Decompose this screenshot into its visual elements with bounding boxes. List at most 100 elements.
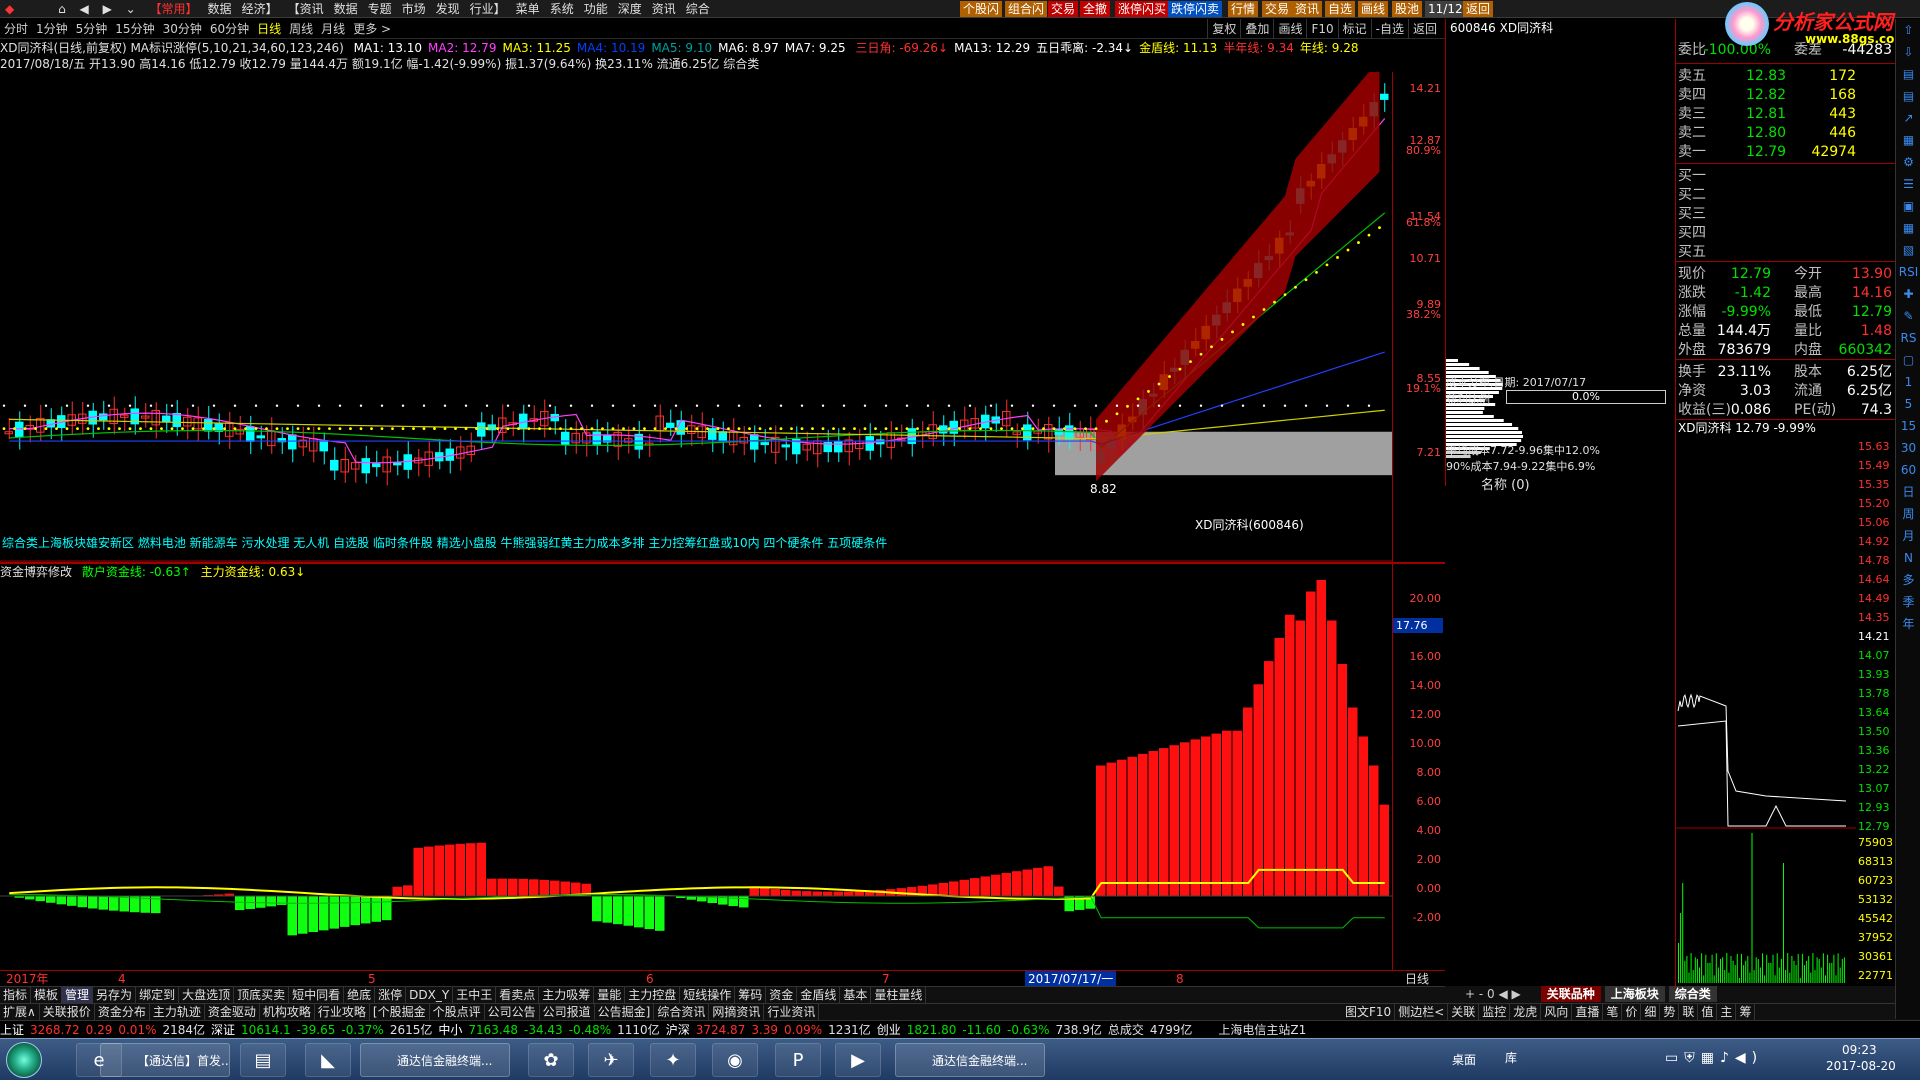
side-tool-icon[interactable]: 15 bbox=[1896, 415, 1920, 437]
extension-tab[interactable]: 综合资讯 bbox=[654, 1004, 710, 1020]
indicator-tab[interactable]: 短中同看 bbox=[289, 987, 345, 1003]
quick-button[interactable]: 交易 bbox=[1262, 1, 1293, 17]
menu-item[interactable]: 数据 bbox=[203, 0, 237, 18]
taskbar-item-1[interactable]: 【通达信】首发... bbox=[100, 1043, 230, 1077]
indicator-tab[interactable]: DDX_Y bbox=[406, 987, 454, 1003]
side-tool-icon[interactable]: ☰ bbox=[1896, 173, 1920, 195]
extension-tab[interactable]: 个股点评 bbox=[430, 1004, 485, 1020]
side-tool-icon[interactable]: RSI bbox=[1896, 261, 1920, 283]
side-tab[interactable]: 联 bbox=[1679, 1004, 1699, 1020]
side-tab[interactable]: 细 bbox=[1641, 1004, 1661, 1020]
side-tool-icon[interactable]: N bbox=[1896, 547, 1920, 569]
indicator-tab[interactable]: 主力吸筹 bbox=[539, 987, 595, 1003]
dropdown-icon[interactable]: ⌄ bbox=[121, 0, 141, 18]
quick-button[interactable]: 自选 bbox=[1325, 1, 1356, 17]
side-tool-icon[interactable]: RS bbox=[1896, 327, 1920, 349]
period-tab[interactable]: 日线 bbox=[253, 19, 285, 39]
taskbar-item-3[interactable]: 通达信金融终端... bbox=[895, 1043, 1045, 1077]
chart-tool-button[interactable]: F10 bbox=[1306, 19, 1337, 39]
app-icon[interactable]: ◆ bbox=[0, 0, 19, 18]
side-tool-icon[interactable]: ▢ bbox=[1896, 349, 1920, 371]
side-tab[interactable]: 价 bbox=[1622, 1004, 1642, 1020]
index-name[interactable]: 上证 bbox=[0, 1021, 24, 1039]
menu-item[interactable]: 菜单 bbox=[511, 0, 545, 18]
index-name[interactable]: 深证 bbox=[211, 1021, 235, 1039]
indicator-tab[interactable]: 涨停 bbox=[375, 987, 407, 1003]
side-tool-icon[interactable]: ✚ bbox=[1896, 283, 1920, 305]
side-tool-icon[interactable]: ▤ bbox=[1896, 63, 1920, 85]
side-tool-icon[interactable]: ▦ bbox=[1896, 217, 1920, 239]
indicator-tab[interactable]: 顶底买卖 bbox=[234, 987, 290, 1003]
extension-tab[interactable]: 主力轨迹 bbox=[150, 1004, 205, 1020]
side-tool-icon[interactable]: 月 bbox=[1896, 525, 1920, 547]
extension-tab[interactable]: 网摘资讯 bbox=[709, 1004, 765, 1020]
quick-button[interactable]: 交易 bbox=[1048, 1, 1079, 17]
start-button[interactable] bbox=[6, 1042, 42, 1078]
menu-item[interactable]: 专题 bbox=[363, 0, 397, 18]
side-tab[interactable]: 主 bbox=[1717, 1004, 1737, 1020]
extension-tab[interactable]: 公告掘金] bbox=[595, 1004, 655, 1020]
clock-time[interactable]: 09:23 bbox=[1842, 1043, 1877, 1057]
side-tool-icon[interactable]: ▧ bbox=[1896, 239, 1920, 261]
indicator-tab[interactable]: 管理 bbox=[62, 987, 94, 1003]
side-tool-icon[interactable]: 60 bbox=[1896, 459, 1920, 481]
order-price[interactable]: 12.82 bbox=[1746, 86, 1786, 105]
indicator-tab[interactable]: 量能 bbox=[594, 987, 626, 1003]
side-tool-icon[interactable]: ⇩ bbox=[1896, 41, 1920, 63]
clock-date[interactable]: 2017-08-20 bbox=[1826, 1059, 1896, 1073]
side-tab[interactable]: 筹 bbox=[1736, 1004, 1756, 1020]
side-tool-icon[interactable]: ▤ bbox=[1896, 85, 1920, 107]
quick-button[interactable]: 资讯 bbox=[1292, 1, 1323, 17]
quick-button[interactable]: 个股闪 bbox=[960, 1, 1003, 17]
side-tool-icon[interactable]: 1 bbox=[1896, 371, 1920, 393]
period-tab[interactable]: 周线 bbox=[285, 19, 317, 39]
side-tab[interactable]: 图文F10 bbox=[1342, 1004, 1396, 1020]
chrome-icon[interactable]: ◉ bbox=[712, 1043, 758, 1077]
extension-tab[interactable]: 资金分布 bbox=[95, 1004, 150, 1020]
bird-icon[interactable]: ✈ bbox=[588, 1043, 634, 1077]
extension-tab[interactable]: 行业攻略 bbox=[315, 1004, 370, 1020]
side-tool-icon[interactable]: 30 bbox=[1896, 437, 1920, 459]
quick-button[interactable]: 行情 bbox=[1228, 1, 1259, 17]
side-tab[interactable]: 势 bbox=[1660, 1004, 1680, 1020]
plane-icon[interactable]: ✦ bbox=[650, 1043, 696, 1077]
side-tool-icon[interactable]: ✎ bbox=[1896, 305, 1920, 327]
indicator-tab[interactable]: 短线操作 bbox=[680, 987, 736, 1003]
menu-item[interactable]: 【资讯 bbox=[283, 0, 329, 18]
indicator-tab[interactable]: 基本 bbox=[840, 987, 872, 1003]
extension-tab[interactable]: 行业资讯 bbox=[764, 1004, 820, 1020]
index-name[interactable]: 中小 bbox=[438, 1021, 462, 1039]
side-tab[interactable]: 笔 bbox=[1603, 1004, 1623, 1020]
player-icon[interactable]: ▶ bbox=[835, 1043, 881, 1077]
order-price[interactable]: 12.79 bbox=[1746, 143, 1786, 162]
chart-tool-button[interactable]: 复权 bbox=[1207, 19, 1240, 39]
quick-button[interactable]: 组合闪 bbox=[1005, 1, 1048, 17]
indicator-tab[interactable]: 主力控盘 bbox=[625, 987, 681, 1003]
indicator-chart[interactable] bbox=[0, 580, 1392, 970]
indicator-tab[interactable]: 模板 bbox=[31, 987, 63, 1003]
side-tool-icon[interactable]: ↗ bbox=[1896, 107, 1920, 129]
extension-tab[interactable]: 公司报道 bbox=[540, 1004, 595, 1020]
library-label[interactable]: 库 bbox=[1505, 1049, 1517, 1066]
menu-item[interactable]: 综合 bbox=[681, 0, 715, 18]
indicator-tab[interactable]: 量柱量线 bbox=[871, 987, 927, 1003]
period-tab[interactable]: 5分钟 bbox=[72, 19, 112, 39]
indicator-tab[interactable]: 王中王 bbox=[453, 987, 497, 1003]
menu-item[interactable]: 功能 bbox=[579, 0, 613, 18]
side-tool-icon[interactable]: 多 bbox=[1896, 569, 1920, 591]
side-tool-icon[interactable]: ⇧ bbox=[1896, 19, 1920, 41]
side-tool-icon[interactable]: ▣ bbox=[1896, 195, 1920, 217]
menu-item[interactable]: 市场 bbox=[397, 0, 431, 18]
quick-button[interactable]: 涨停闪买 bbox=[1115, 1, 1170, 17]
pdf-icon[interactable]: P bbox=[775, 1043, 821, 1077]
quick-button[interactable]: 画线 bbox=[1358, 1, 1389, 17]
period-tab[interactable]: 分时 bbox=[0, 19, 32, 39]
quick-button[interactable]: 股池 bbox=[1392, 1, 1423, 17]
order-price[interactable]: 12.80 bbox=[1746, 124, 1786, 143]
period-tab[interactable]: 月线 bbox=[317, 19, 349, 39]
menu-item[interactable]: 系统 bbox=[545, 0, 579, 18]
intraday-mini-chart[interactable]: XD同济科 12.79 -9.99% 15.63 15.49 15.35 15.20 1… bbox=[1675, 419, 1895, 989]
back-icon[interactable]: ◀ bbox=[75, 0, 94, 18]
menu-item[interactable]: 【常用】 bbox=[145, 0, 203, 18]
index-name[interactable]: 沪深 bbox=[666, 1021, 690, 1039]
